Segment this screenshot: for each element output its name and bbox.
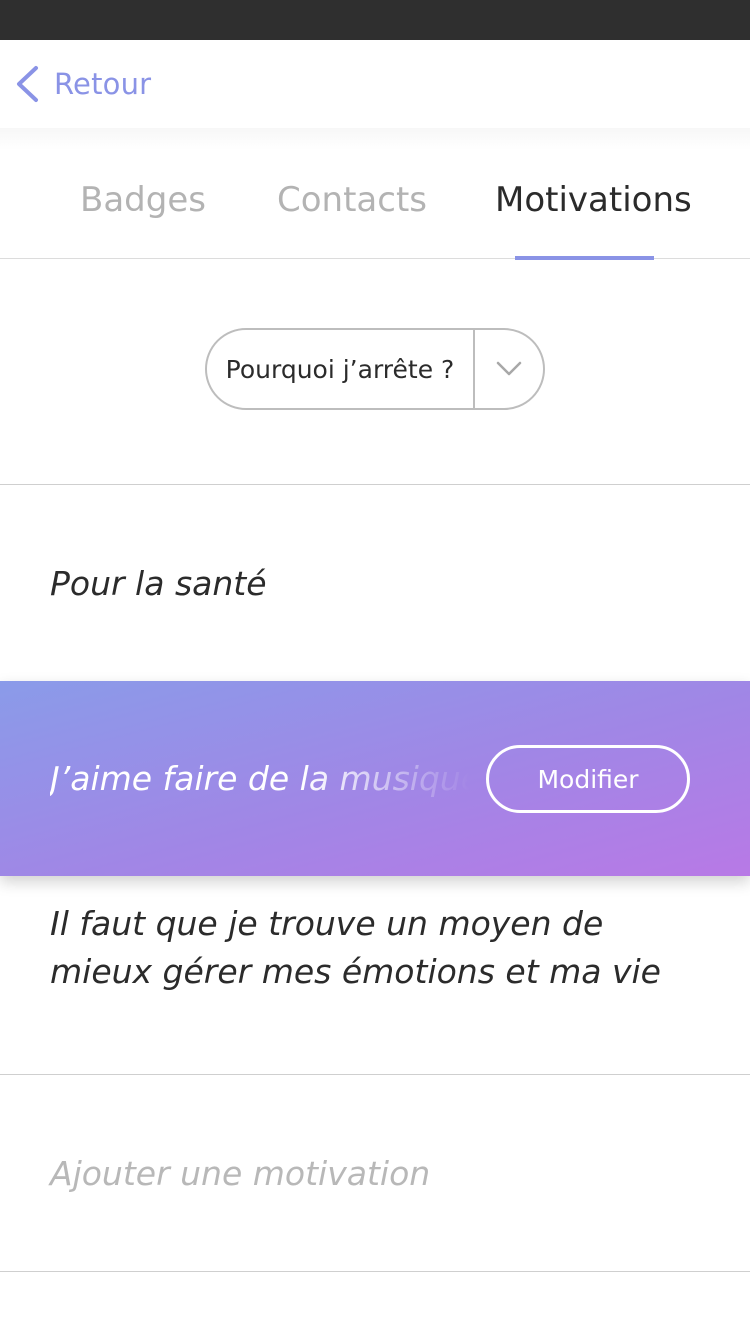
navigation-bar: Retour: [0, 40, 750, 128]
motivation-item[interactable]: Pour la santé: [0, 485, 750, 681]
back-button[interactable]: Retour: [14, 62, 151, 106]
tab-badges[interactable]: Badges: [80, 180, 206, 220]
motivation-text: Pour la santé: [50, 563, 267, 603]
tab-motivations[interactable]: Motivations: [495, 180, 692, 220]
motivation-item[interactable]: Il faut que je trouve un moyen de mieux …: [0, 900, 750, 996]
back-label: Retour: [54, 67, 152, 101]
add-motivation-input[interactable]: Ajouter une motivation: [0, 1075, 750, 1271]
motivation-text: Il faut que je trouve un moyen de mieux …: [50, 904, 661, 991]
motivation-text: J’aime faire de la musique ...: [50, 759, 470, 798]
add-motivation-placeholder: Ajouter une motivation: [50, 1153, 431, 1193]
active-tab-indicator: [515, 256, 654, 260]
edit-motivation-button[interactable]: Modifier: [486, 745, 690, 813]
motivation-filter-dropdown[interactable]: Pourquoi j’arrête ?: [205, 328, 545, 410]
list-divider: [0, 1271, 750, 1272]
tab-contacts[interactable]: Contacts: [277, 180, 427, 220]
chevron-down-icon: [475, 361, 543, 377]
chevron-left-icon: [14, 65, 40, 103]
dropdown-selected-label: Pourquoi j’arrête ?: [225, 354, 455, 384]
tab-bar: Badges Contacts Motivations: [0, 128, 750, 260]
status-bar: [0, 0, 750, 40]
